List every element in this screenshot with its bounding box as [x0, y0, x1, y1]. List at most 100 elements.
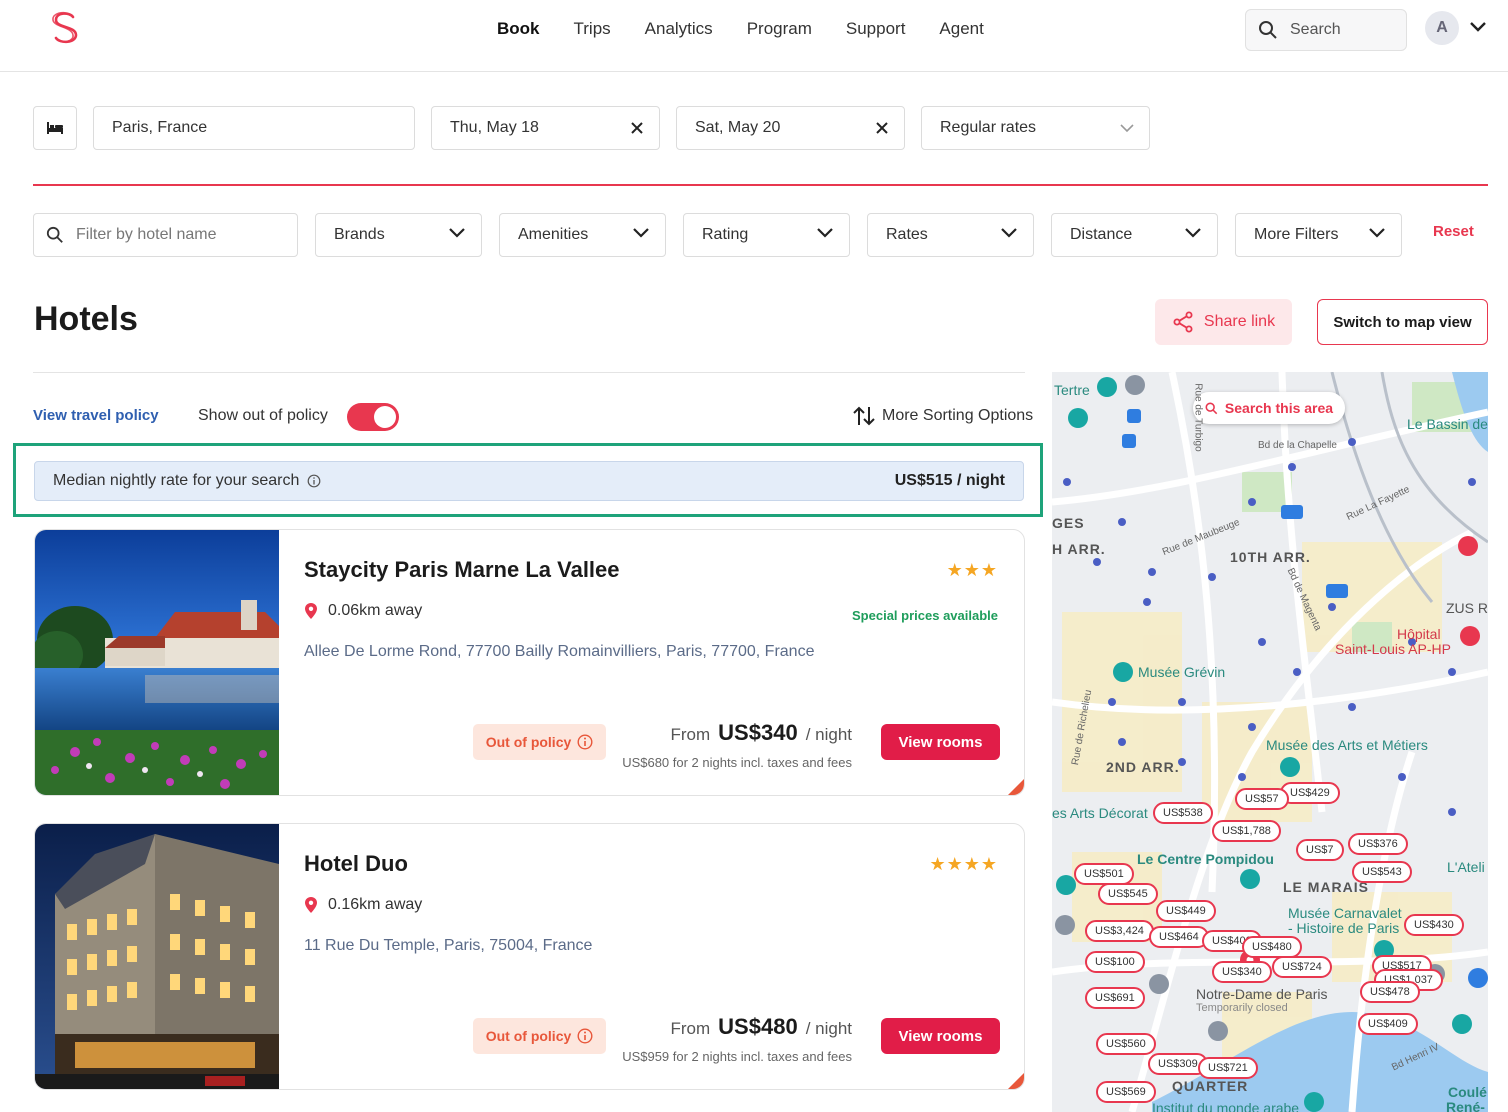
rating-filter[interactable]: Rating	[683, 213, 850, 257]
price-pin[interactable]: US$430	[1404, 914, 1464, 936]
amenities-filter[interactable]: Amenities	[499, 213, 666, 257]
nav-analytics[interactable]: Analytics	[628, 18, 730, 40]
chevron-down-icon	[1369, 228, 1385, 238]
nightly-price: US$340	[718, 720, 798, 745]
share-link-label: Share link	[1203, 313, 1276, 330]
chevron-down-icon	[633, 228, 649, 238]
rate-type-value: Regular rates	[940, 119, 1037, 136]
destination-input[interactable]: Paris, France	[93, 106, 415, 150]
price-pin[interactable]: US$480	[1242, 936, 1302, 958]
nav-support[interactable]: Support	[829, 18, 923, 40]
map-label: 10TH ARR.	[1230, 549, 1311, 565]
nav-trips[interactable]: Trips	[557, 18, 628, 40]
hotel-mode-button[interactable]	[33, 106, 77, 150]
info-icon[interactable]	[307, 474, 321, 488]
check-out-input[interactable]: Sat, May 20	[676, 106, 905, 150]
price-pin[interactable]: US$409	[1358, 1013, 1418, 1035]
out-of-policy-badge[interactable]: Out of policy	[473, 1018, 606, 1054]
global-search-placeholder: Search	[1290, 21, 1341, 38]
hotel-photo[interactable]	[35, 824, 279, 1090]
price-pin[interactable]: US$340	[1212, 961, 1272, 983]
location-pin-icon	[305, 897, 317, 913]
switch-to-map-button[interactable]: Switch to map view	[1317, 299, 1488, 345]
more-filters-label: More Filters	[1254, 226, 1339, 243]
special-prices-label: Special prices available	[852, 608, 998, 623]
out-of-policy-badge[interactable]: Out of policy	[473, 724, 606, 760]
clear-check-out-icon[interactable]	[874, 120, 890, 136]
search-this-area-button[interactable]: Search this area	[1193, 392, 1345, 424]
company-logo[interactable]	[46, 8, 86, 48]
price-pin[interactable]: US$57	[1235, 788, 1289, 810]
rates-filter[interactable]: Rates	[867, 213, 1034, 257]
map-label: QUARTER	[1172, 1078, 1249, 1094]
price-pin[interactable]: US$1,788	[1212, 820, 1281, 842]
price-pin[interactable]: US$724	[1272, 956, 1332, 978]
per-night-label: / night	[805, 1019, 852, 1038]
median-rate-value: US$515 / night	[894, 472, 1005, 489]
info-icon	[577, 1028, 593, 1044]
price-pin[interactable]: US$7	[1296, 839, 1344, 861]
total-price: US$959 for 2 nights incl. taxes and fees	[622, 1049, 852, 1064]
view-rooms-button[interactable]: View rooms	[881, 1018, 1000, 1054]
avatar[interactable]: A	[1425, 11, 1459, 45]
more-filters[interactable]: More Filters	[1235, 213, 1402, 257]
chevron-down-icon	[1001, 228, 1017, 238]
clear-check-in-icon[interactable]	[629, 120, 645, 136]
price-pin[interactable]: US$3,424	[1085, 920, 1154, 942]
price-pin[interactable]: US$376	[1348, 833, 1408, 855]
price-pin[interactable]: US$501	[1074, 863, 1134, 885]
street-label: Rue de Turbigo	[1192, 383, 1204, 452]
hotel-map[interactable]: Search this area Tertre Le Bassin de GES…	[1052, 372, 1488, 1112]
nav-program[interactable]: Program	[730, 18, 829, 40]
rate-type-select[interactable]: Regular rates	[921, 106, 1150, 150]
brands-filter[interactable]: Brands	[315, 213, 482, 257]
price-pin[interactable]: US$429	[1280, 782, 1340, 804]
price-pin[interactable]: US$569	[1096, 1081, 1156, 1103]
price-pin[interactable]: US$100	[1085, 951, 1145, 973]
hotel-address: Allee De Lorme Rond, 77700 Bailly Romain…	[304, 643, 815, 660]
map-label: Le Centre Pompidou	[1137, 851, 1274, 867]
map-label: H ARR.	[1052, 541, 1106, 557]
page-title: Hotels	[34, 300, 138, 338]
share-link-button[interactable]: Share link	[1155, 299, 1292, 345]
out-of-policy-toggle[interactable]	[347, 403, 399, 431]
check-in-input[interactable]: Thu, May 18	[431, 106, 660, 150]
hotel-name[interactable]: Hotel Duo	[304, 851, 408, 877]
price-pin[interactable]: US$478	[1360, 981, 1420, 1003]
chevron-down-icon[interactable]	[1468, 20, 1488, 34]
map-label: L'Ateli	[1447, 859, 1485, 875]
location-pin-icon	[305, 603, 317, 619]
out-of-policy-text: Out of policy	[485, 734, 572, 750]
sorting-options-label: More Sorting Options	[882, 407, 1034, 424]
price-pin[interactable]: US$691	[1085, 987, 1145, 1009]
map-label: Notre-Dame de Paris	[1196, 986, 1328, 1002]
sort-arrows-icon	[853, 406, 875, 426]
hotel-card[interactable]: Hotel Duo ★★★★ 0.16km away 11 Rue Du Tem…	[34, 823, 1025, 1090]
hotel-photo[interactable]	[35, 530, 279, 796]
view-travel-policy-link[interactable]: View travel policy	[33, 407, 159, 424]
brands-filter-label: Brands	[334, 226, 385, 243]
sorting-options-button[interactable]: More Sorting Options	[852, 405, 1033, 427]
distance-filter[interactable]: Distance	[1051, 213, 1218, 257]
nav-agent[interactable]: Agent	[922, 18, 1000, 40]
map-label: Musée Carnavalet	[1288, 905, 1402, 921]
price-pin[interactable]: US$464	[1149, 926, 1209, 948]
nav-book[interactable]: Book	[480, 18, 557, 40]
global-search[interactable]: Search	[1245, 9, 1407, 51]
from-label: From	[670, 1019, 711, 1038]
hotel-name-filter[interactable]: Filter by hotel name	[33, 213, 298, 257]
price-pin[interactable]: US$543	[1352, 861, 1412, 883]
hotel-card[interactable]: Staycity Paris Marne La Vallee ★★★ 0.06k…	[34, 529, 1025, 796]
price-pin[interactable]: US$545	[1098, 883, 1158, 905]
map-label: Coulé	[1448, 1084, 1487, 1100]
reset-filters-button[interactable]: Reset	[1433, 223, 1474, 240]
price-pin[interactable]: US$538	[1153, 802, 1213, 824]
price-pin[interactable]: US$560	[1096, 1033, 1156, 1055]
view-rooms-button[interactable]: View rooms	[881, 724, 1000, 760]
chevron-down-icon	[449, 228, 465, 238]
price-pin[interactable]: US$721	[1198, 1057, 1258, 1079]
hotel-name[interactable]: Staycity Paris Marne La Vallee	[304, 557, 620, 583]
price-pin[interactable]: US$449	[1156, 900, 1216, 922]
toggle-knob	[374, 406, 396, 428]
per-night-label: / night	[805, 725, 852, 744]
